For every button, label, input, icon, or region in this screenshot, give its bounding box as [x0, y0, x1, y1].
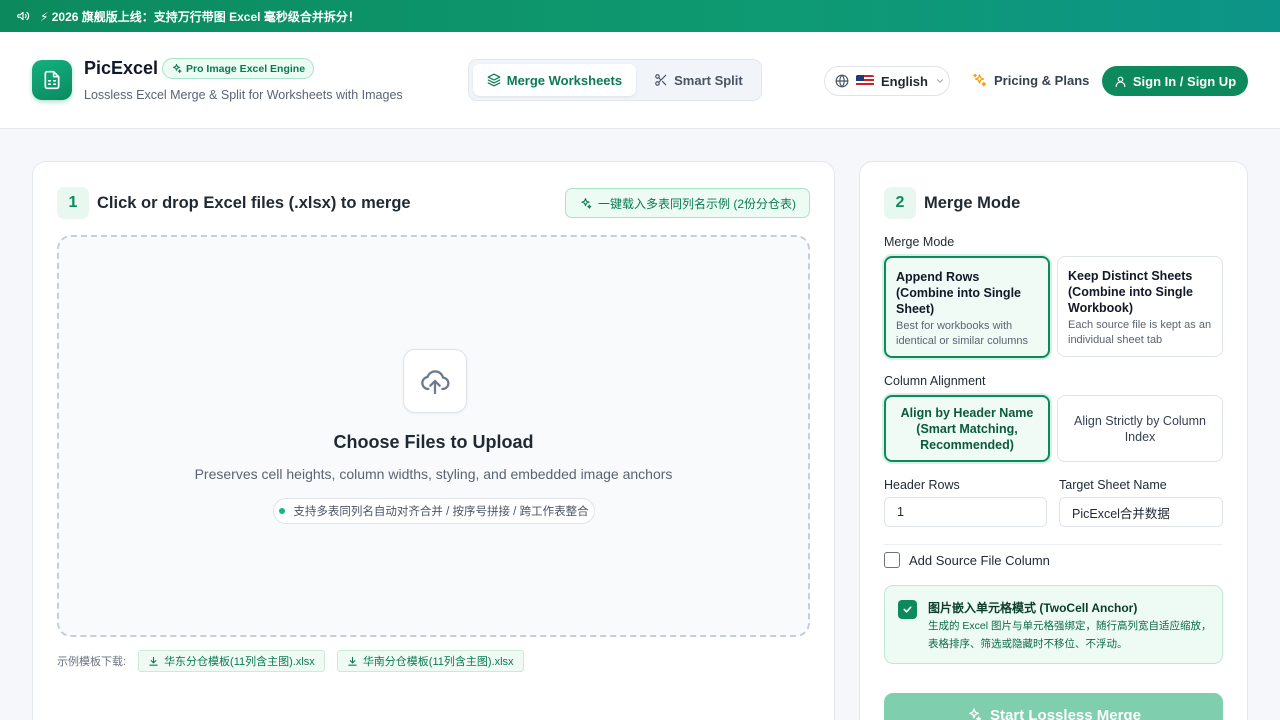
- option-append-rows[interactable]: Append Rows (Combine into Single Sheet) …: [884, 256, 1050, 358]
- sign-in-button[interactable]: Sign In / Sign Up: [1102, 66, 1248, 96]
- pro-badge: Pro Image Excel Engine: [162, 58, 315, 79]
- tab-split-label: Smart Split: [674, 72, 743, 88]
- download-icon: [149, 656, 158, 666]
- upload-icon-box: [403, 349, 467, 413]
- download-east-label: 华东分仓模板(11列含主图).xlsx: [164, 656, 315, 668]
- merge-mode-label: Merge Mode: [884, 235, 955, 249]
- merge-mode-title: Merge Mode: [924, 194, 1021, 212]
- tab-merge-worksheets[interactable]: Merge Worksheets: [473, 64, 636, 96]
- dropzone-subtitle: Preserves cell heights, column widths, s…: [194, 466, 673, 482]
- target-sheet-label: Target Sheet Name: [1059, 478, 1167, 492]
- dropzone-title: Choose Files to Upload: [333, 432, 534, 452]
- sparkles-icon: [173, 63, 182, 73]
- option-title: Append Rows (Combine into Single Sheet): [896, 270, 1021, 316]
- image-anchor-description: 生成的 Excel 图片与单元格强绑定，随行高列宽自适应缩放，表格排序、筛选或隐…: [928, 620, 1212, 650]
- start-merge-button[interactable]: Start Lossless Merge: [884, 693, 1223, 720]
- chevron-down-icon: [936, 79, 943, 83]
- us-flag-icon: [856, 75, 874, 87]
- download-template-south[interactable]: 华南分仓模板(11列含主图).xlsx: [336, 650, 524, 672]
- tagline: Lossless Excel Merge & Split for Workshe…: [84, 88, 403, 102]
- load-sample-label: 一键载入多表同列名示例 (2份分仓表): [597, 196, 796, 211]
- announcement-bar: ⚡ 2026 旗舰版上线：支持万行带图 Excel 毫秒级合并拆分！: [0, 0, 1280, 32]
- target-sheet-input[interactable]: PicExcel合并数据: [1059, 497, 1223, 527]
- add-source-label: Add Source File Column: [909, 552, 1050, 568]
- pricing-label: Pricing & Plans: [994, 73, 1090, 88]
- language-selector[interactable]: English: [824, 66, 950, 96]
- option-description: Best for workbooks with identical or sim…: [896, 320, 1029, 347]
- mode-tabs: Merge Worksheets Smart Split: [468, 59, 762, 101]
- start-merge-label: Start Lossless Merge: [990, 706, 1141, 720]
- merge-mode-card: 2 Merge Mode Merge Mode Append Rows (Com…: [859, 161, 1248, 720]
- download-south-label: 华南分仓模板(11列含主图).xlsx: [362, 656, 514, 668]
- option-description: Each source file is kept as an individua…: [1068, 319, 1212, 346]
- layers-icon: [487, 73, 501, 87]
- brand-name: PicExcel: [84, 58, 159, 78]
- divider: [884, 544, 1223, 545]
- load-sample-button[interactable]: 一键载入多表同列名示例 (2份分仓表): [565, 188, 810, 218]
- pro-badge-label: Pro Image Excel Engine: [186, 62, 306, 75]
- step-number: 1: [57, 187, 89, 219]
- tab-merge-label: Merge Worksheets: [506, 72, 623, 88]
- pricing-link[interactable]: Pricing & Plans: [972, 73, 1089, 88]
- sparkles-icon: [973, 73, 987, 87]
- language-label: English: [881, 73, 928, 89]
- check-icon: [903, 606, 912, 613]
- sparkles-icon: [581, 197, 592, 209]
- scissors-icon: [655, 74, 667, 86]
- user-icon: [1115, 76, 1126, 87]
- spreadsheet-icon: [44, 70, 60, 90]
- option-keep-sheets[interactable]: Keep Distinct Sheets (Combine into Singl…: [1057, 256, 1223, 357]
- align-by-index-option[interactable]: Align Strictly by Column Index: [1057, 395, 1223, 462]
- sign-in-label: Sign In / Sign Up: [1132, 73, 1237, 89]
- sparkles-icon: [969, 708, 982, 720]
- image-anchor-title: 图片嵌入单元格模式 (TwoCell Anchor): [928, 601, 1138, 615]
- step-number: 2: [884, 187, 916, 219]
- align-by-header-option[interactable]: Align by Header Name (Smart Matching, Re…: [884, 395, 1050, 462]
- download-icon: [348, 656, 357, 666]
- file-dropzone[interactable]: Choose Files to Upload Preserves cell he…: [57, 235, 810, 637]
- dropzone-feature-pill: 支持多表同列名自动对齐合并 / 按序号拼接 / 跨工作表整合: [273, 498, 595, 524]
- globe-icon: [835, 74, 849, 88]
- upload-title: Click or drop Excel files (.xlsx) to mer…: [97, 194, 411, 212]
- image-anchor-option[interactable]: 图片嵌入单元格模式 (TwoCell Anchor) 生成的 Excel 图片与…: [884, 585, 1223, 664]
- upload-card: 1 Click or drop Excel files (.xlsx) to m…: [32, 161, 835, 720]
- download-template-east[interactable]: 华东分仓模板(11列含主图).xlsx: [138, 650, 325, 672]
- option-title: Keep Distinct Sheets (Combine into Singl…: [1068, 269, 1193, 315]
- tab-smart-split[interactable]: Smart Split: [640, 64, 757, 96]
- site-header: PicExcel Pro Image Excel Engine Lossless…: [0, 32, 1280, 129]
- add-source-column-row[interactable]: Add Source File Column: [884, 552, 1050, 568]
- cloud-upload-icon: [421, 370, 450, 395]
- logo[interactable]: [32, 60, 72, 100]
- image-anchor-checkbox[interactable]: [898, 600, 917, 619]
- column-alignment-label: Column Alignment: [884, 374, 986, 388]
- announcement-text: ⚡ 2026 旗舰版上线：支持万行带图 Excel 毫秒级合并拆分！: [40, 9, 360, 24]
- megaphone-icon: [16, 9, 30, 23]
- header-rows-input[interactable]: 1: [884, 497, 1047, 527]
- dropzone-pill-text: 支持多表同列名自动对齐合并 / 按序号拼接 / 跨工作表整合: [293, 506, 589, 518]
- sample-downloads: 示例模板下载: 华东分仓模板(11列含主图).xlsx 华南分仓模板(11列含主…: [57, 650, 524, 672]
- status-dot: [279, 508, 286, 514]
- header-rows-label: Header Rows: [884, 478, 960, 492]
- add-source-checkbox[interactable]: [884, 552, 900, 568]
- downloads-label: 示例模板下载:: [57, 656, 127, 668]
